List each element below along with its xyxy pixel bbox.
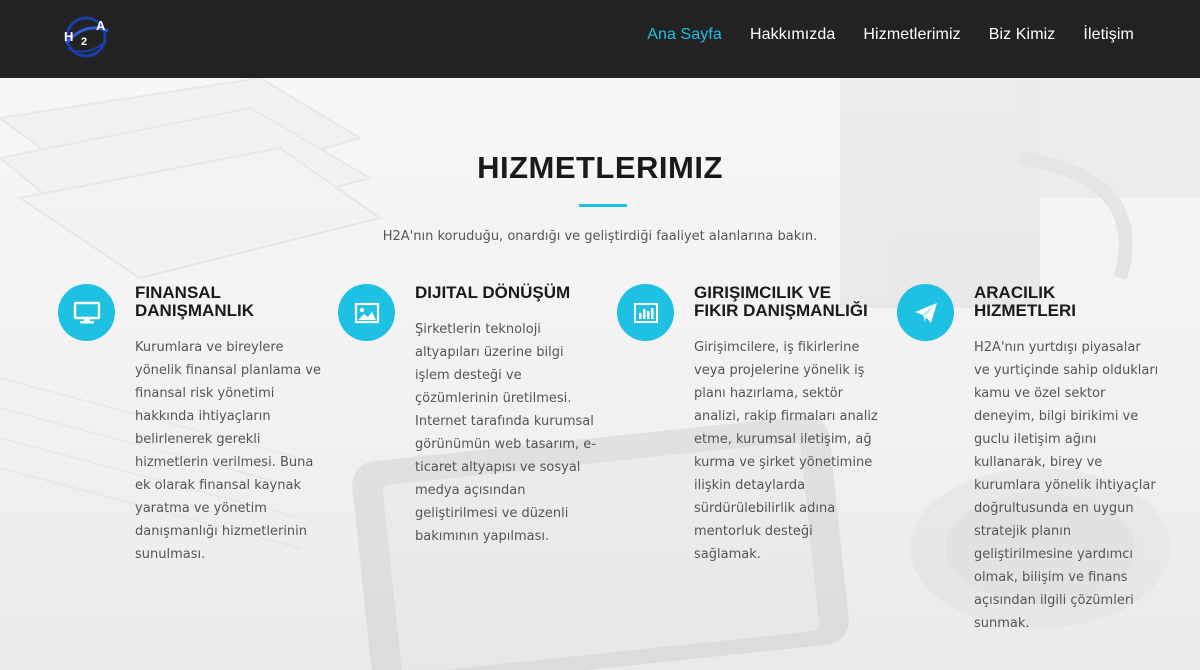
nav-hakkimizda[interactable]: Hakkımızda: [750, 26, 835, 44]
nav-iletisim[interactable]: İletişim: [1083, 26, 1134, 44]
service-description: Girişimcilere, iş fikirlerine veya proje…: [694, 340, 878, 562]
nav-biz-kimiz[interactable]: Biz Kimiz: [989, 26, 1056, 44]
service-title: DIJITAL DÖNÜŞÜM: [415, 283, 571, 302]
service-description: Kurumlara ve bireylere yönelik finansal …: [135, 340, 321, 562]
service-description: H2A'nın yurtdışı piyasalar ve yurtiçinde…: [974, 340, 1159, 631]
logo-digit-2: 2: [81, 36, 87, 48]
image-icon: [338, 284, 395, 341]
nav-ana-sayfa[interactable]: Ana Sayfa: [647, 26, 722, 44]
service-title: ARACILIK HIZMETLERI: [974, 283, 1076, 320]
section-title: HIZMETLERIMIZ: [477, 150, 723, 185]
service-title: FINANSAL DANIŞMANLIK: [135, 283, 254, 320]
logo-letter-a: A: [96, 18, 106, 33]
nav-hizmetlerimiz[interactable]: Hizmetlerimiz: [863, 26, 960, 44]
logo-letter-h: H: [64, 29, 73, 44]
bar-chart-icon: [617, 284, 674, 341]
title-underline: [579, 204, 627, 207]
service-title: GIRIŞIMCILIK VE FIKIR DANIŞMANLIĞI: [694, 283, 868, 320]
top-navbar: H 2 A Ana Sayfa Hakkımızda Hizmetlerimiz…: [0, 0, 1200, 78]
paper-plane-icon: [897, 284, 954, 341]
service-description: Şirketlerin teknoloji altyapıları üzerin…: [415, 322, 596, 544]
h2a-logo[interactable]: H 2 A: [58, 13, 114, 61]
section-subtitle: H2A'nın koruduğu, onardığı ve geliştirdi…: [382, 229, 818, 244]
main-nav: Ana Sayfa Hakkımızda Hizmetlerimiz Biz K…: [619, 26, 1134, 44]
monitor-icon: [58, 284, 115, 341]
